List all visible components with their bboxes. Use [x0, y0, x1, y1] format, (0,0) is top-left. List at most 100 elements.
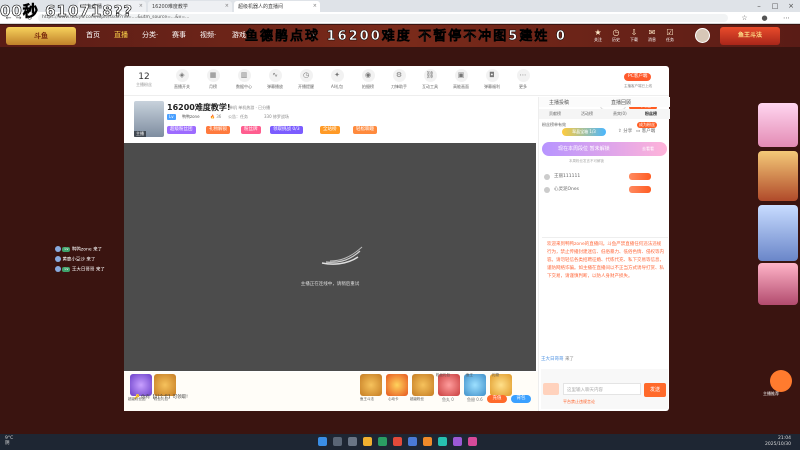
gift-item[interactable]: [386, 374, 408, 396]
image-icon: ▣: [454, 69, 468, 82]
tool-danmu[interactable]: ∿ 弹幕播放: [261, 69, 289, 90]
maximize-icon[interactable]: □: [768, 1, 782, 11]
gift-item[interactable]: [154, 374, 176, 396]
tab-fans-rank[interactable]: 粉丝榜: [645, 111, 657, 117]
app-icon[interactable]: [423, 437, 432, 446]
menu-icon[interactable]: ⋯: [782, 14, 791, 22]
chip-fan-badge[interactable]: 粉丝牌: [241, 126, 261, 134]
minimize-icon[interactable]: –: [752, 1, 766, 11]
recommend-icon[interactable]: [770, 370, 792, 392]
video-player[interactable]: 主播正在连线中，请稍后重试: [124, 143, 536, 371]
gift-item[interactable]: [130, 374, 152, 396]
chip-chat[interactable]: 轻松聊趣: [353, 126, 377, 134]
tool-gift[interactable]: ◈ 直播开关: [168, 69, 196, 90]
tab-replay[interactable]: 直播回顾: [611, 99, 631, 106]
tool-highlight[interactable]: ▣ 高能画面: [447, 69, 475, 90]
tool-more[interactable]: ⋯ 更多: [509, 69, 537, 90]
browser-icon[interactable]: [378, 437, 387, 446]
close-icon[interactable]: ×: [139, 3, 143, 9]
browser-tab-active[interactable]: 超级机器人的直播间 ×: [234, 1, 320, 12]
browser-tab[interactable]: 16200难度教学 ×: [148, 1, 232, 12]
event-banner[interactable]: [758, 205, 798, 261]
app-icon[interactable]: [438, 437, 447, 446]
nav-live[interactable]: 直播: [114, 30, 128, 40]
nav-home[interactable]: 首页: [86, 30, 100, 40]
tool-welfare[interactable]: ◘ 弹幕福利: [478, 69, 506, 90]
gift-label: 鱼王: [466, 373, 473, 377]
chip-super-fans[interactable]: 超级粉丝团: [167, 126, 196, 134]
app-icon[interactable]: [393, 437, 402, 446]
tab-vip[interactable]: 贵宾(0): [613, 111, 627, 117]
send-button[interactable]: 发送: [644, 383, 666, 397]
fishpole-balance: 鱼翅 0.6: [467, 397, 483, 402]
anchor-name[interactable]: 鸭鸭zone: [182, 114, 200, 120]
header-message[interactable]: ✉ 消息: [644, 28, 660, 43]
fans-count[interactable]: 12 主播粉丝: [132, 72, 156, 88]
header-download[interactable]: ⇩ 下载: [626, 28, 642, 43]
tool-data[interactable]: ▥ 数据中心: [230, 69, 258, 90]
loading-spinner-icon: [321, 246, 363, 265]
url-field[interactable]: https://www.douyu.com/topic/ssdx?rid=...…: [38, 14, 728, 22]
gift-item[interactable]: [360, 374, 382, 396]
app-icon[interactable]: [453, 437, 462, 446]
header-task[interactable]: ☑ 任务: [662, 28, 678, 43]
profile-icon[interactable]: ●: [760, 14, 769, 22]
tab-anchor-posts[interactable]: 主播投稿: [549, 99, 569, 106]
nav-category[interactable]: 分类·: [142, 30, 158, 40]
wave-icon: ∿: [268, 69, 282, 82]
chip-challenge[interactable]: 领取挑战 0/3: [270, 126, 303, 134]
emoji-icon[interactable]: [543, 383, 559, 395]
chip-rank[interactable]: 全站榜: [320, 126, 340, 134]
tab-activity[interactable]: 活动榜: [581, 111, 593, 117]
logo[interactable]: 斗鱼: [6, 27, 76, 45]
event-banner[interactable]: [758, 151, 798, 201]
star-icon[interactable]: ☆: [740, 14, 749, 22]
recharge-button[interactable]: 充值: [487, 395, 507, 403]
header-history[interactable]: ◷ 历史: [608, 28, 624, 43]
event-banner[interactable]: [758, 103, 798, 147]
search-icon[interactable]: [333, 437, 342, 446]
mail-icon: ✉: [648, 28, 656, 37]
promo-badge[interactable]: 鱼王斗法: [720, 27, 780, 45]
avatar[interactable]: [695, 28, 710, 43]
become-fan-button[interactable]: 成为粉丝: [637, 122, 657, 128]
rank-row[interactable]: 心灵泥Ones: [544, 185, 667, 195]
backpack-button[interactable]: 背包: [511, 395, 531, 403]
weather-widget[interactable]: 9°C 阴: [5, 436, 13, 446]
close-window-icon[interactable]: ×: [784, 1, 798, 11]
close-icon[interactable]: ×: [225, 3, 229, 9]
start-icon[interactable]: [318, 437, 327, 446]
tool-remind[interactable]: ◷ 开播提醒: [292, 69, 320, 90]
tab-label: 16200难度教学: [152, 4, 188, 10]
taskview-icon[interactable]: [348, 437, 357, 446]
gift-label: 粉丝礼包: [436, 373, 450, 377]
chat-input[interactable]: 这里输入聊天内容: [563, 383, 641, 395]
close-icon[interactable]: ×: [313, 3, 317, 9]
tool-month[interactable]: ▦ 月榜: [199, 69, 227, 90]
clock[interactable]: 21:04 2025/10/30: [765, 436, 791, 448]
nav-events[interactable]: 赛事: [172, 30, 186, 40]
rank-row[interactable]: 王丽111111: [544, 172, 667, 182]
fan-level-banner[interactable]: 现在本周段位 暂未解锁 去看看: [542, 142, 667, 156]
fishball-balance: 鱼丸 0: [442, 397, 454, 402]
claim-hint[interactable]: 🔑 你有【0]个卡】可领取!: [134, 394, 188, 400]
header-follow[interactable]: ★ 关注: [590, 28, 606, 43]
chip-gift-unlock[interactable]: 礼物解锁: [206, 126, 230, 134]
tool-helper[interactable]: ⚙ 刀锋助手: [385, 69, 413, 90]
app-icon[interactable]: [468, 437, 477, 446]
gift-item[interactable]: [412, 374, 434, 396]
pc-client-button[interactable]: PC客户端: [624, 73, 652, 81]
tool-interact[interactable]: ⛓ 互动工具: [416, 69, 444, 90]
more-icon: ⋯: [516, 69, 530, 82]
clock-icon: ◷: [299, 69, 313, 82]
app-icon[interactable]: [408, 437, 417, 446]
nav-video[interactable]: 视频·: [200, 30, 216, 40]
folder-icon[interactable]: [363, 437, 372, 446]
tool-ai[interactable]: ✦ AI礼包: [323, 69, 351, 90]
tab-contribution[interactable]: 贡献榜: [549, 111, 561, 117]
tool-shoot[interactable]: ◉ 拍摄榜: [354, 69, 382, 90]
banner-action[interactable]: 去看看: [642, 142, 654, 156]
event-banner-stack: [758, 97, 798, 377]
room-category[interactable]: 单机 单机热游 · 已分播: [229, 105, 270, 111]
event-banner[interactable]: [758, 263, 798, 305]
